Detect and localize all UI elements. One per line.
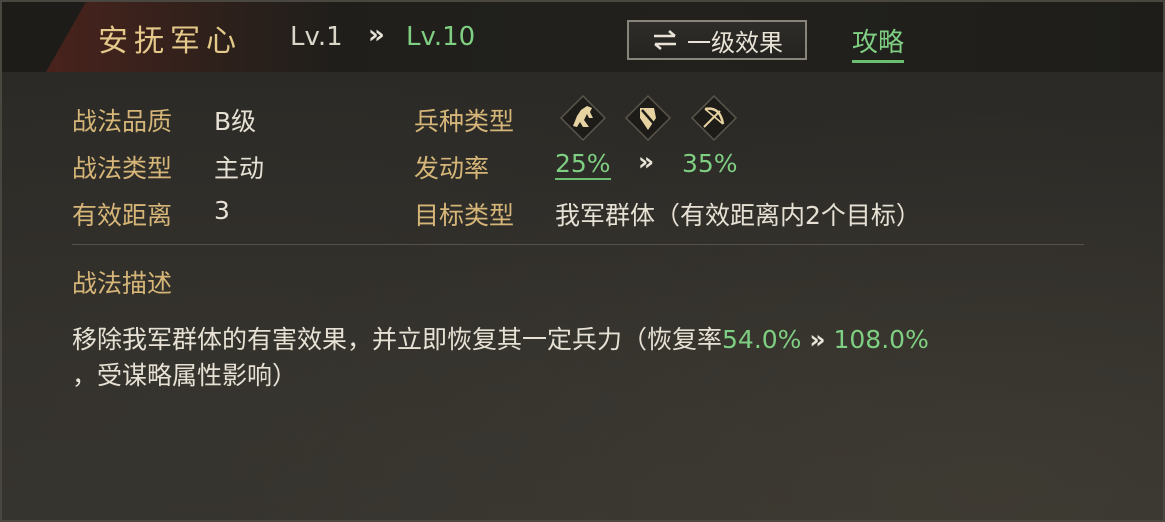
type-label: 战法类型	[72, 154, 173, 183]
toggle-label: 一级效果	[687, 28, 783, 57]
troop-label: 兵种类型	[414, 107, 515, 136]
trigger-rate-arrow: »	[638, 147, 655, 176]
description-part1: 移除我军群体的有害效果，并立即恢复其一定兵力（恢复率	[72, 325, 723, 354]
swap-arrows-icon	[651, 28, 679, 52]
strategy-link[interactable]: 攻略	[852, 22, 905, 63]
quality-value: B级	[214, 107, 257, 136]
range-label: 有效距离	[72, 201, 173, 230]
skill-detail-panel: 安抚军心 Lv.1 » Lv.10 一级效果 攻略 战法品质 B级 战法类型 主…	[0, 0, 1165, 522]
target-label: 目标类型	[414, 201, 515, 230]
description-text: 移除我军群体的有害效果，并立即恢复其一定兵力（恢复率54.0% » 108.0%…	[72, 322, 1092, 394]
level-from: Lv.1	[290, 22, 343, 52]
range-value: 3	[214, 196, 230, 225]
level-effect-toggle-button[interactable]: 一级效果	[627, 20, 807, 60]
level-to: Lv.10	[406, 22, 476, 52]
type-value: 主动	[214, 154, 265, 183]
recovery-rate-to: 108.0%	[833, 325, 929, 354]
section-divider	[72, 244, 1084, 245]
level-arrow: »	[368, 20, 385, 50]
target-value: 我军群体（有效距离内2个目标）	[555, 201, 921, 230]
description-part2: ，受谋略属性影响）	[72, 361, 298, 390]
archer-bow-icon	[690, 94, 738, 142]
cavalry-icon	[559, 94, 607, 142]
trigger-rate-from: 25%	[555, 149, 611, 180]
quality-label: 战法品质	[72, 107, 173, 136]
description-title: 战法描述	[72, 269, 173, 298]
trigger-rate-label: 发动率	[414, 154, 490, 183]
trigger-rate-to: 35%	[682, 149, 738, 178]
skill-name: 安抚军心	[98, 24, 242, 59]
shield-infantry-icon	[624, 94, 672, 142]
recovery-rate-arrow: »	[809, 325, 826, 354]
recovery-rate-from: 54.0%	[722, 325, 802, 354]
